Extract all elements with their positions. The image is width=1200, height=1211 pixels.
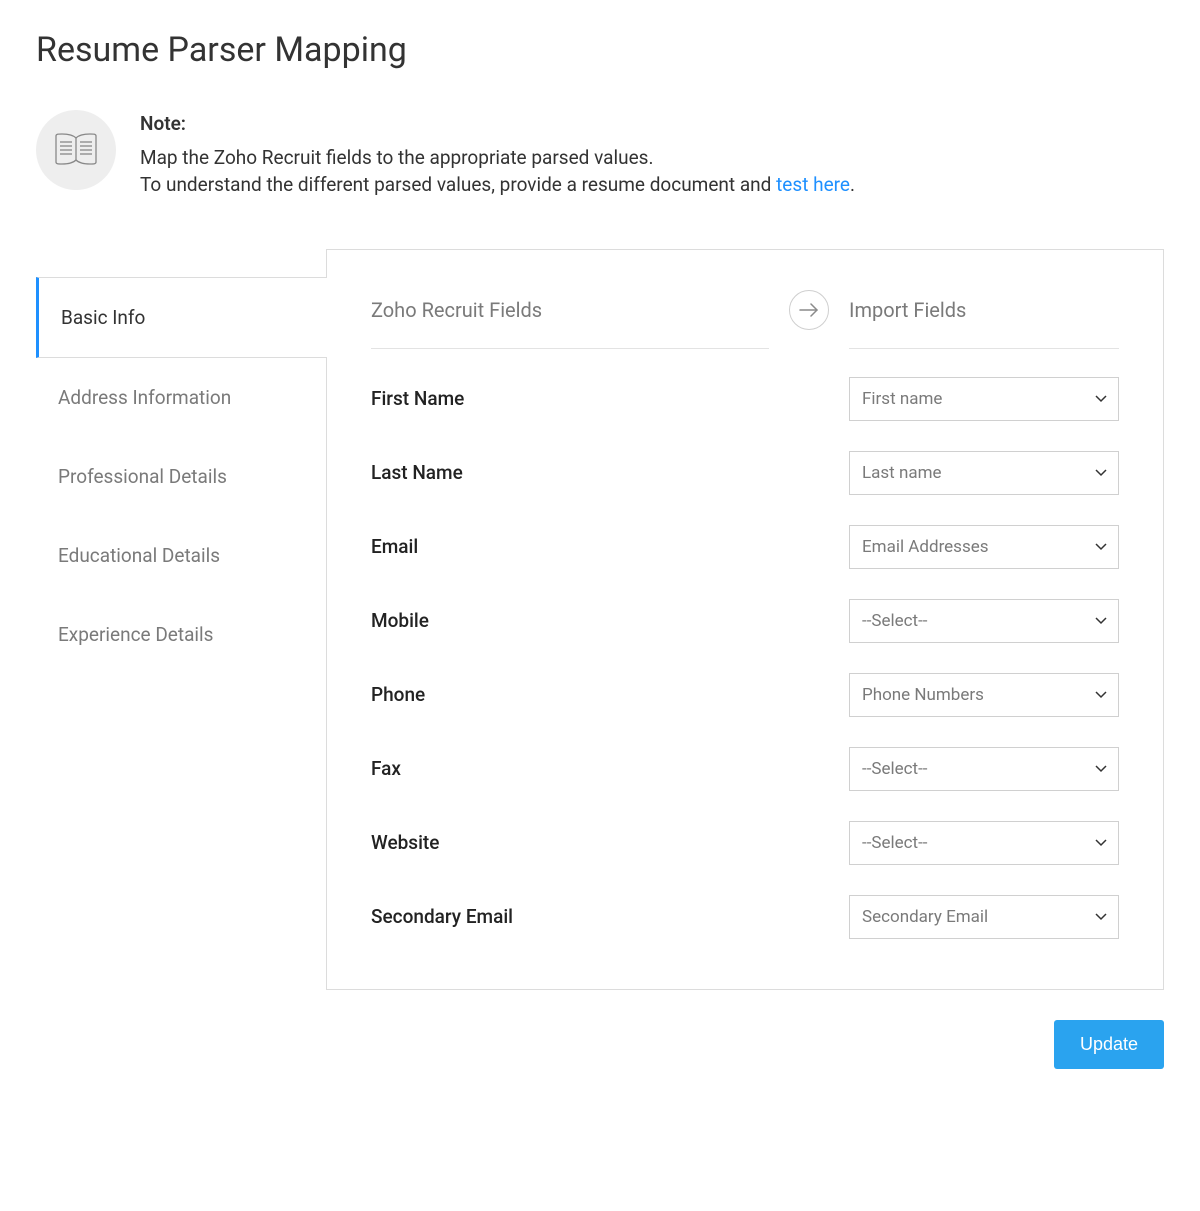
note-label: Note: — [140, 110, 855, 138]
field-row: Phone Phone Numbers — [371, 673, 1119, 717]
tab-professional-details[interactable]: Professional Details — [36, 437, 326, 516]
field-row: Secondary Email Secondary Email — [371, 895, 1119, 939]
select-fax[interactable]: --Select-- — [849, 747, 1119, 791]
tab-experience-details[interactable]: Experience Details — [36, 595, 326, 674]
tab-basic-info[interactable]: Basic Info — [36, 277, 327, 358]
field-label-email: Email — [371, 535, 769, 558]
field-label-first-name: First Name — [371, 387, 769, 410]
note-block: Note: Map the Zoho Recruit fields to the… — [36, 110, 1164, 199]
field-label-phone: Phone — [371, 683, 769, 706]
field-row: Mobile --Select-- — [371, 599, 1119, 643]
tab-address-information[interactable]: Address Information — [36, 358, 326, 437]
tab-educational-details[interactable]: Educational Details — [36, 516, 326, 595]
select-website[interactable]: --Select-- — [849, 821, 1119, 865]
page-title: Resume Parser Mapping — [36, 30, 1164, 70]
select-email[interactable]: Email Addresses — [849, 525, 1119, 569]
select-secondary-email[interactable]: Secondary Email — [849, 895, 1119, 939]
field-row: Last Name Last name — [371, 451, 1119, 495]
field-label-last-name: Last Name — [371, 461, 769, 484]
tab-list: Basic Info Address Information Professio… — [36, 249, 326, 674]
update-button[interactable]: Update — [1054, 1020, 1164, 1069]
field-row: Fax --Select-- — [371, 747, 1119, 791]
field-row: First Name First name — [371, 377, 1119, 421]
column-header-import: Import Fields — [849, 298, 1119, 322]
note-line2-suffix: . — [850, 173, 855, 196]
select-last-name[interactable]: Last name — [849, 451, 1119, 495]
note-line1: Map the Zoho Recruit fields to the appro… — [140, 146, 653, 169]
book-icon — [36, 110, 116, 190]
select-mobile[interactable]: --Select-- — [849, 599, 1119, 643]
field-label-fax: Fax — [371, 757, 769, 780]
select-first-name[interactable]: First name — [849, 377, 1119, 421]
field-row: Email Email Addresses — [371, 525, 1119, 569]
select-phone[interactable]: Phone Numbers — [849, 673, 1119, 717]
field-label-website: Website — [371, 831, 769, 854]
note-line2-prefix: To understand the different parsed value… — [140, 173, 776, 196]
field-row: Website --Select-- — [371, 821, 1119, 865]
mapping-panel: Zoho Recruit Fields Import Fields First … — [326, 249, 1164, 990]
column-header-zoho: Zoho Recruit Fields — [371, 298, 769, 322]
arrow-right-icon — [789, 290, 829, 330]
field-label-secondary-email: Secondary Email — [371, 905, 769, 928]
test-here-link[interactable]: test here — [776, 173, 850, 196]
field-label-mobile: Mobile — [371, 609, 769, 632]
